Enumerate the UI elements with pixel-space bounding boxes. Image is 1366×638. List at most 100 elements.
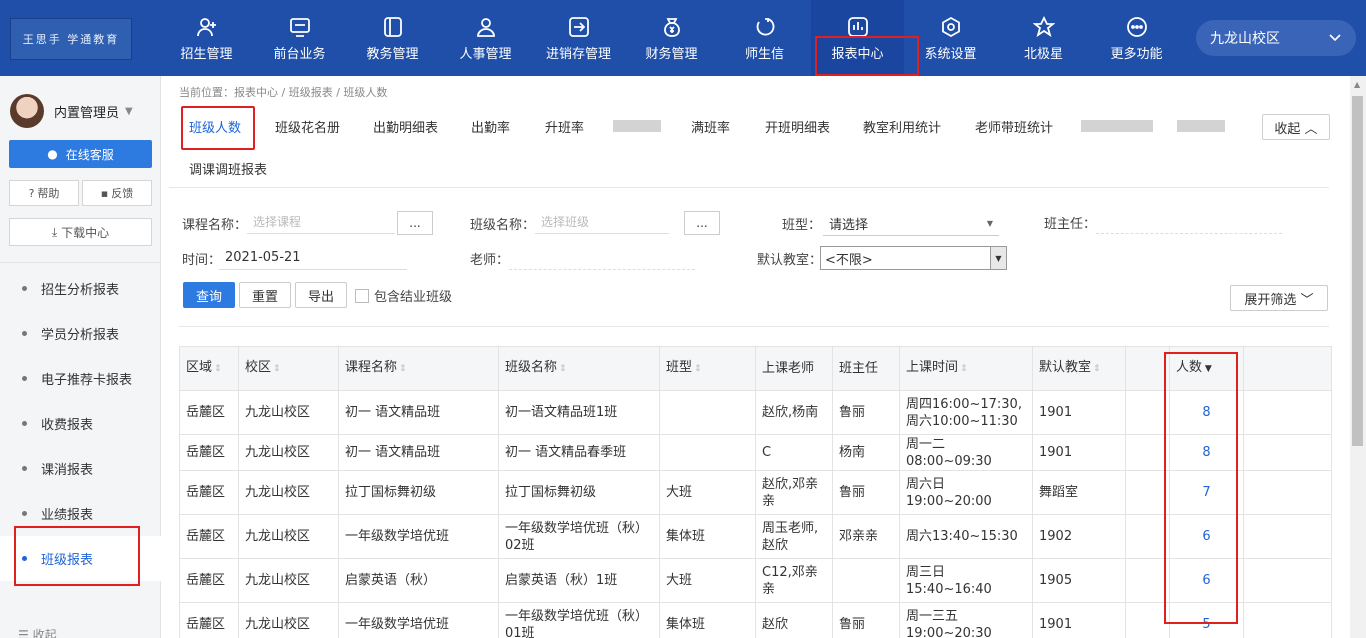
menu-student-analysis[interactable]: 学员分析报表 [0, 311, 161, 356]
nav-polaris[interactable]: 北极星 [997, 0, 1090, 76]
table-row[interactable]: 岳麓区 九龙山校区 一年级数学培优班 一年级数学培优班（秋）01班 集体班 赵欣… [179, 602, 1332, 638]
tab-attendance-detail[interactable]: 出勤明细表 [373, 108, 438, 144]
col-header-region[interactable]: 区域 ⇕ [179, 346, 239, 391]
sidebar-collapse-button[interactable]: ☰ 收起 [18, 626, 57, 638]
blurred-tab[interactable] [1177, 120, 1225, 132]
col-header-course[interactable]: 课程名称 ⇕ [338, 346, 499, 391]
campus-select[interactable]: 九龙山校区 [1196, 20, 1356, 56]
class-picker-button[interactable]: ... [684, 211, 720, 235]
bullet [22, 376, 27, 381]
tab-full-rate[interactable]: 满班率 [691, 108, 730, 144]
nav-hr[interactable]: 人事管理 [439, 0, 532, 76]
cell-count-link[interactable]: 5 [1169, 602, 1244, 638]
cell-count-link[interactable]: 6 [1169, 514, 1244, 559]
col-header-room[interactable]: 默认教室 ⇕ [1032, 346, 1126, 391]
feedback-button[interactable]: ▪ 反馈 [82, 180, 152, 206]
nav-label: 报表中心 [831, 46, 884, 62]
tab-teacher-classes[interactable]: 老师带班统计 [975, 108, 1053, 144]
table-row[interactable]: 岳麓区 九龙山校区 初一 语文精品班 初一 语文精品春季班 C 杨南 周一二08… [179, 434, 1332, 471]
col-header-teacher[interactable]: 上课老师 [755, 346, 833, 391]
nav-messages[interactable]: 师生信 [718, 0, 811, 76]
tab-class-count[interactable]: 班级人数 [180, 106, 256, 150]
collapse-tabs-button[interactable]: 收起 ︿ [1262, 114, 1330, 140]
cell-campus: 九龙山校区 [238, 602, 339, 638]
head-teacher-input[interactable] [1096, 210, 1282, 234]
nav-finance[interactable]: 财务管理 [625, 0, 718, 76]
query-button[interactable]: 查询 [183, 282, 235, 308]
top-nav-bar: 王思手 学通教育 招生管理 前台业务 教务管理 人事管理 进销存管理 财务管理 … [0, 0, 1366, 76]
menu-consumption[interactable]: 课消报表 [0, 446, 161, 491]
nav-inventory[interactable]: 进销存管理 [532, 0, 625, 76]
tab-classroom-usage[interactable]: 教室利用统计 [863, 108, 941, 144]
cell-region: 岳麓区 [179, 602, 239, 638]
scroll-up-icon[interactable]: ▲ [1354, 80, 1360, 89]
cell-course: 一年级数学培优班 [338, 514, 499, 559]
export-button[interactable]: 导出 [295, 282, 347, 308]
user-menu[interactable]: 内置管理员 ▼ [10, 94, 133, 128]
cell-blank [1125, 390, 1170, 435]
col-header-count[interactable]: 人数 ▼ [1169, 346, 1244, 391]
nav-front-desk[interactable]: 前台业务 [253, 0, 346, 76]
cell-blank [1243, 470, 1332, 515]
scroll-thumb[interactable] [1352, 96, 1363, 446]
col-header-type[interactable]: 班型 ⇕ [659, 346, 756, 391]
nav-reports[interactable]: 报表中心 [811, 0, 919, 76]
checkbox-box[interactable] [355, 288, 369, 303]
cell-region: 岳麓区 [179, 434, 239, 471]
blurred-tab[interactable] [1081, 120, 1153, 132]
cell-count-link[interactable]: 8 [1169, 434, 1244, 471]
tab-promotion-rate[interactable]: 升班率 [545, 108, 584, 144]
menu-fees[interactable]: 收费报表 [0, 401, 161, 446]
download-label: 下载中心 [61, 225, 110, 240]
course-input[interactable]: 选择课程 [247, 210, 395, 234]
col-header-campus[interactable]: 校区 ⇕ [238, 346, 339, 391]
date-input[interactable]: 2021-05-21 [219, 246, 407, 270]
cell-teacher: 赵欣 [755, 602, 833, 638]
course-picker-button[interactable]: ... [397, 211, 433, 235]
menu-enrollment-analysis[interactable]: 招生分析报表 [0, 266, 161, 311]
menu-referral-card[interactable]: 电子推荐卡报表 [0, 356, 161, 401]
room-select[interactable]: <不限> ▼ [820, 246, 1007, 270]
nav-enrollment[interactable]: 招生管理 [160, 0, 253, 76]
reset-button[interactable]: 重置 [239, 282, 291, 308]
cell-count-link[interactable]: 6 [1169, 558, 1244, 603]
report-table: 区域 ⇕ 校区 ⇕ 课程名称 ⇕ 班级名称 ⇕ 班型 ⇕ 上课老师 班主任 上课时间 ⇕ 默… [179, 346, 1332, 638]
type-select[interactable]: 请选择 ▼ [823, 212, 999, 236]
book-icon [381, 15, 405, 39]
cell-head-teacher: 邓亲亲 [832, 514, 900, 559]
cell-count-link[interactable]: 8 [1169, 390, 1244, 435]
table-row[interactable]: 岳麓区 九龙山校区 一年级数学培优班 一年级数学培优班（秋）02班 集体班 周玉… [179, 514, 1332, 559]
cell-count-link[interactable]: 7 [1169, 470, 1244, 515]
table-row[interactable]: 岳麓区 九龙山校区 启蒙英语（秋） 启蒙英语（秋）1班 大班 C12,邓亲亲 周… [179, 558, 1332, 603]
blurred-tab[interactable] [613, 120, 661, 132]
col-header-head-teacher[interactable]: 班主任 [832, 346, 900, 391]
online-service-button[interactable]: ● 在线客服 [9, 140, 152, 168]
table-row[interactable]: 岳麓区 九龙山校区 拉丁国标舞初级 拉丁国标舞初级 大班 赵欣,邓亲亲 鲁丽 周… [179, 470, 1332, 515]
cell-blank [1125, 434, 1170, 471]
tab-class-open-detail[interactable]: 开班明细表 [765, 108, 830, 144]
tab-class-roster[interactable]: 班级花名册 [275, 108, 340, 144]
menu-label: 收费报表 [41, 418, 94, 433]
col-header-time[interactable]: 上课时间 ⇕ [899, 346, 1033, 391]
cell-type: 集体班 [659, 514, 756, 559]
download-center-button[interactable]: ⤓ 下载中心 [9, 218, 152, 246]
cell-time: 周一三五19:00~20:30 [899, 602, 1033, 638]
nav-academic[interactable]: 教务管理 [346, 0, 439, 76]
teacher-input[interactable] [509, 246, 695, 270]
person-icon [474, 15, 498, 39]
col-header-class[interactable]: 班级名称 ⇕ [498, 346, 660, 391]
include-finished-checkbox[interactable]: 包含结业班级 [355, 286, 452, 305]
cell-class: 一年级数学培优班（秋）02班 [498, 514, 660, 559]
expand-filter-button[interactable]: 展开筛选 ﹀ [1230, 285, 1328, 311]
help-button[interactable]: ? 帮助 [9, 180, 79, 206]
cell-class: 一年级数学培优班（秋）01班 [498, 602, 660, 638]
tab-reschedule[interactable]: 调课调班报表 [189, 150, 267, 186]
tab-attendance-rate[interactable]: 出勤率 [471, 108, 510, 144]
table-row[interactable]: 岳麓区 九龙山校区 初一 语文精品班 初一语文精品班1班 赵欣,杨南 鲁丽 周四… [179, 390, 1332, 435]
nav-more[interactable]: 更多功能 [1090, 0, 1183, 76]
sort-icon: ⇕ [694, 364, 702, 374]
vertical-scrollbar[interactable]: ▲ [1350, 76, 1366, 638]
menu-class-report[interactable]: 班级报表 [0, 526, 161, 586]
logo[interactable]: 王思手 学通教育 [10, 18, 132, 60]
class-input[interactable]: 选择班级 [535, 210, 669, 234]
